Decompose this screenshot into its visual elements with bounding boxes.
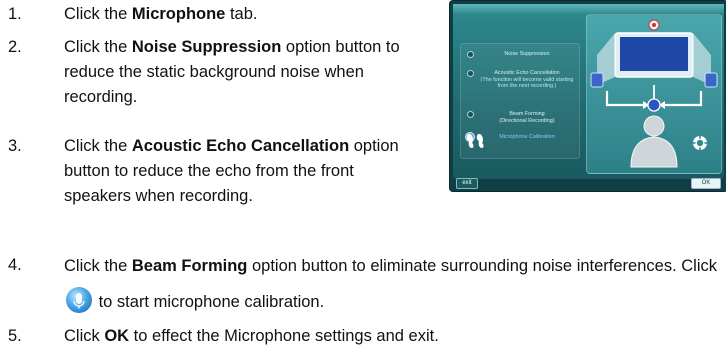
ok-button[interactable]: OK (691, 178, 721, 189)
microphone-settings-screenshot: Noise Suppression Acoustic Echo Cancella… (449, 0, 726, 192)
gear-icon[interactable] (691, 134, 709, 152)
step-number: 2. (8, 38, 22, 56)
radio-button[interactable] (467, 111, 474, 118)
step-emphasis: OK (104, 327, 130, 345)
ear-icon[interactable] (465, 132, 485, 150)
step-text: Click OK to effect the Microphone settin… (64, 327, 439, 345)
step-text: Click the Noise Suppression option butto… (64, 38, 400, 106)
step-emphasis: Noise Suppression (131, 38, 282, 56)
radio-button[interactable] (467, 70, 474, 77)
step-emphasis: Acoustic Echo Cancellation (131, 137, 350, 155)
screenshot-title-bar (453, 4, 724, 14)
screenshot-frame: Noise Suppression Acoustic Echo Cancella… (453, 4, 724, 179)
monitor-screen-graphic (620, 37, 688, 71)
user-head-graphic (643, 115, 665, 137)
step-number: 3. (8, 137, 22, 155)
step-number: 4. (8, 256, 22, 274)
step-text: Click the Acoustic Echo Cancellation opt… (64, 137, 399, 205)
right-speaker-graphic (704, 72, 718, 88)
radio-button[interactable] (467, 51, 474, 58)
user-body-graphic (630, 136, 678, 168)
step-emphasis: Microphone (131, 5, 226, 23)
left-speaker-graphic (590, 72, 604, 88)
step-text: Click the Microphone tab. (64, 5, 258, 23)
exit-button[interactable]: exit (456, 178, 478, 189)
step-text: Click the Beam Forming option button to … (64, 257, 717, 313)
step-number: 1. (8, 5, 22, 23)
microphone-calibration-icon (66, 287, 92, 313)
step-number: 5. (8, 327, 22, 345)
step-emphasis: Beam Forming (131, 257, 248, 275)
